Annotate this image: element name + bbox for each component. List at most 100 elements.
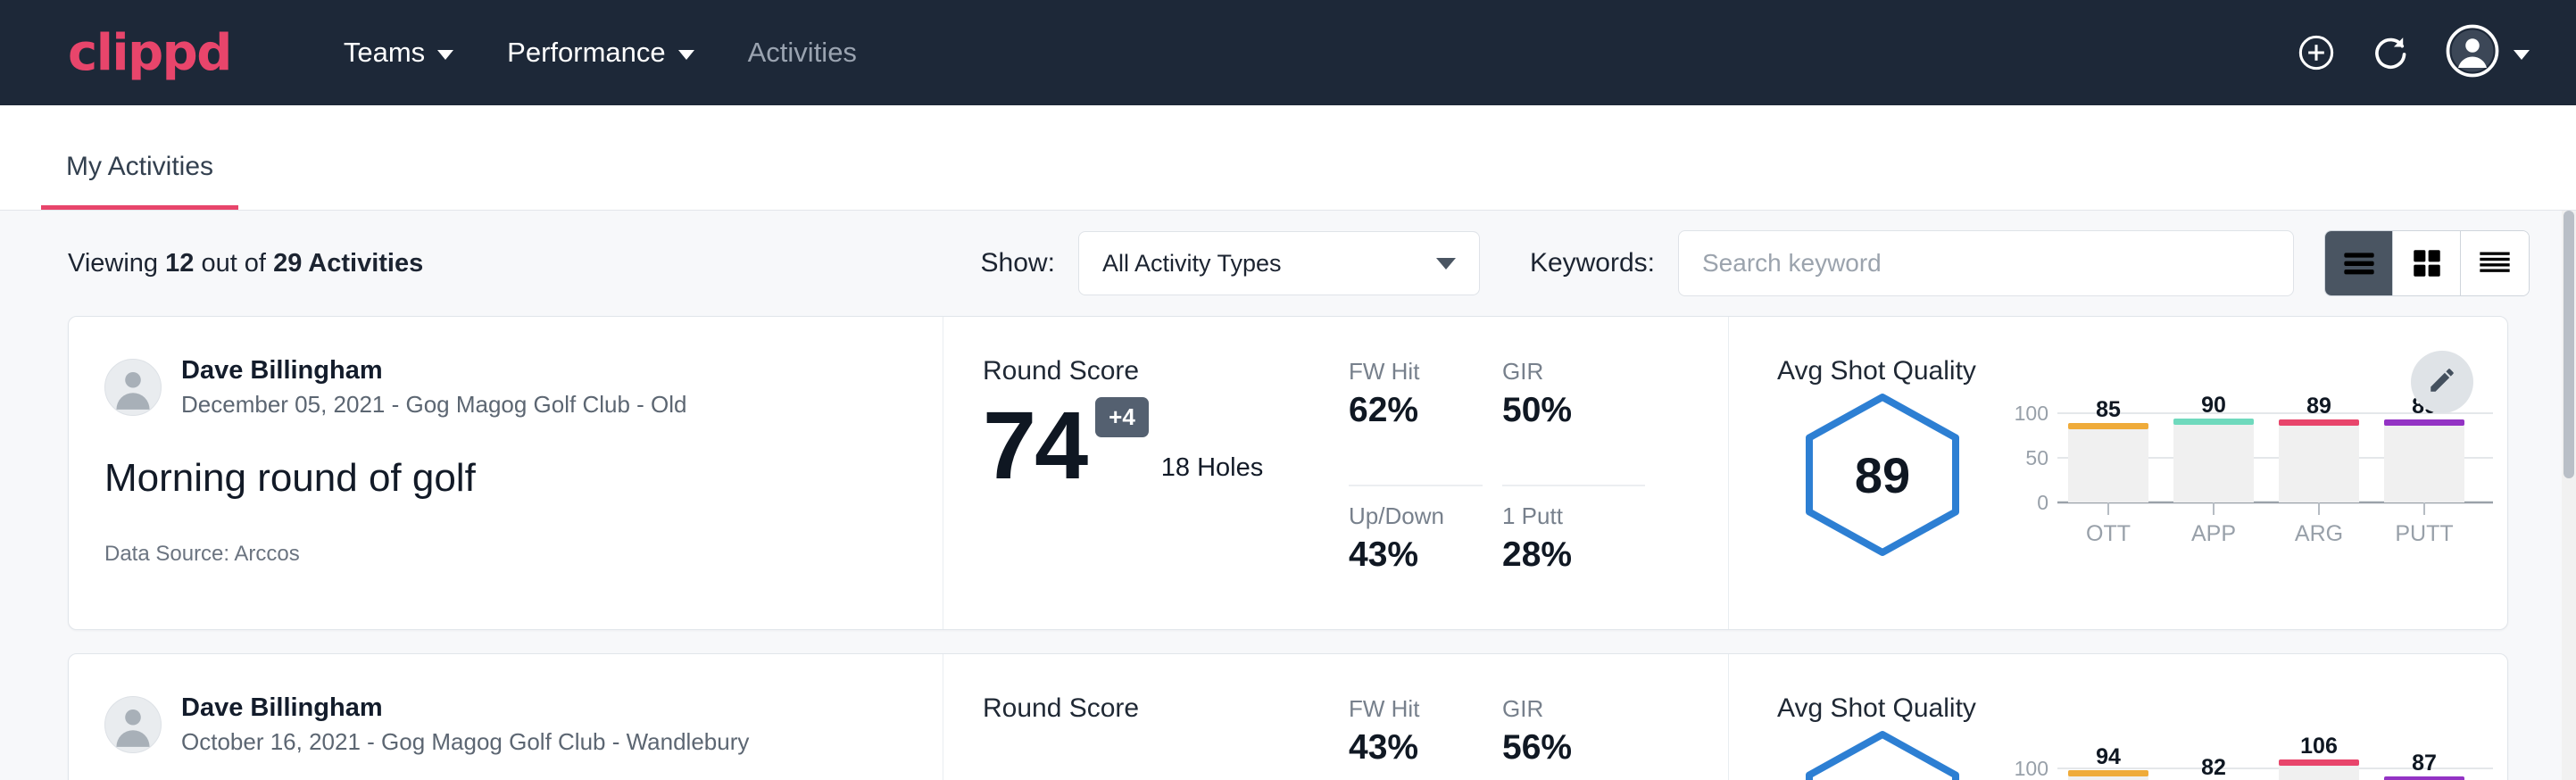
stat-value: 28%	[1502, 535, 1645, 575]
stat-value: 62%	[1349, 391, 1483, 430]
app-logo[interactable]: clippd	[68, 24, 231, 82]
shot-quality-bar-chart: 100 50 0 85 OTT	[2002, 395, 2502, 574]
view-mode-list-button[interactable]	[2325, 231, 2393, 295]
round-score-block: Round Score 74 +4 18 Holes	[983, 356, 1340, 629]
svg-text:OTT: OTT	[2086, 521, 2131, 546]
svg-text:100: 100	[2015, 402, 2048, 425]
round-score-label: Round Score	[983, 693, 1340, 724]
tab-bar: My Activities	[0, 105, 2576, 211]
activity-type-select-value: All Activity Types	[1102, 250, 1282, 278]
round-stats-grid: FW Hit 43% GIR 56%	[1349, 695, 1645, 780]
pencil-icon	[2427, 365, 2457, 400]
page-scrollbar[interactable]	[2562, 211, 2576, 780]
refresh-icon[interactable]	[2371, 32, 2412, 73]
chevron-down-icon	[2514, 50, 2530, 60]
svg-text:90: 90	[2201, 395, 2226, 418]
nav-item-label: Activities	[748, 37, 857, 69]
chevron-down-icon	[678, 50, 694, 60]
shot-quality-chart: 100 50 0 85 OTT	[2002, 395, 2502, 578]
avg-shot-quality-body: 89 100 50 0	[1777, 390, 2507, 578]
activity-meta: December 05, 2021 - Gog Magog Golf Club …	[181, 391, 687, 419]
bar-ott: 94	[2068, 744, 2148, 780]
stat-label: Up/Down	[1349, 502, 1483, 530]
activity-author-text: Dave Billingham December 05, 2021 - Gog …	[181, 356, 687, 419]
svg-text:82: 82	[2201, 755, 2226, 780]
round-score-badge: +4	[1095, 397, 1149, 437]
activity-author: Dave Billingham December 05, 2021 - Gog …	[104, 356, 907, 419]
quality-score-value: 89	[1793, 390, 1972, 560]
round-score-label: Round Score	[983, 356, 1340, 386]
stat-value: 43%	[1349, 728, 1483, 768]
view-mode-compact-button[interactable]	[2461, 231, 2529, 295]
round-score-value: 74	[983, 397, 1086, 494]
svg-text:PUTT: PUTT	[2395, 521, 2453, 546]
svg-text:89: 89	[2306, 395, 2331, 419]
activity-score-column: Round Score FW Hit 43% GIR 56%	[943, 654, 1729, 780]
view-mode-grid-button[interactable]	[2393, 231, 2461, 295]
svg-text:50: 50	[2025, 446, 2048, 469]
avg-shot-quality-label: Avg Shot Quality	[1777, 693, 2507, 724]
activity-type-select[interactable]: All Activity Types	[1078, 231, 1480, 295]
quality-score-value	[1793, 727, 1972, 780]
stat-value: 43%	[1349, 535, 1483, 575]
top-navigation-bar: clippd Teams Performance Activities	[0, 0, 2576, 105]
svg-text:94: 94	[2096, 744, 2121, 769]
activity-profile-column: Dave Billingham October 16, 2021 - Gog M…	[69, 654, 943, 780]
activity-score-column: Round Score 74 +4 18 Holes FW Hit 62% GI…	[943, 317, 1729, 629]
account-avatar-icon	[2446, 24, 2499, 82]
activity-data-source: Data Source: Arccos	[104, 542, 907, 567]
stat-value: 56%	[1502, 728, 1645, 768]
round-score-block: Round Score	[983, 693, 1340, 780]
stat-fw-hit: FW Hit 43%	[1349, 695, 1483, 780]
svg-text:100: 100	[2015, 757, 2048, 780]
viewing-prefix: Viewing	[68, 249, 158, 278]
search-input[interactable]	[1678, 230, 2294, 296]
bar-app: 90 APP	[2173, 395, 2254, 546]
activity-author-text: Dave Billingham October 16, 2021 - Gog M…	[181, 693, 749, 756]
activity-author-name: Dave Billingham	[181, 356, 687, 386]
viewing-middle: out of	[201, 249, 266, 278]
activity-list: Dave Billingham December 05, 2021 - Gog …	[0, 316, 2576, 780]
stat-label: 1 Putt	[1502, 502, 1645, 530]
activity-card[interactable]: Dave Billingham December 05, 2021 - Gog …	[68, 316, 2508, 630]
bar-putt: 89 PUTT	[2384, 395, 2464, 546]
svg-text:APP: APP	[2191, 521, 2236, 546]
viewing-count: 12	[165, 249, 194, 278]
stat-gir: GIR 50%	[1502, 358, 1645, 486]
nav-item-teams[interactable]: Teams	[317, 26, 480, 79]
bar-putt: 87	[2384, 751, 2464, 780]
avatar	[104, 696, 162, 753]
nav-item-performance[interactable]: Performance	[480, 26, 720, 79]
show-label: Show:	[981, 248, 1055, 278]
stat-fw-hit: FW Hit 62%	[1349, 358, 1483, 486]
activity-meta: October 16, 2021 - Gog Magog Golf Club -…	[181, 728, 749, 756]
account-menu[interactable]	[2446, 24, 2530, 82]
viewing-total: 29 Activities	[273, 249, 423, 278]
nav-item-label: Teams	[344, 37, 425, 69]
round-stats-grid: FW Hit 62% GIR 50% Up/Down 43% 1 Putt 28…	[1349, 358, 1645, 629]
stat-label: GIR	[1502, 695, 1645, 723]
view-mode-toggle-group	[2324, 230, 2530, 296]
add-circle-icon[interactable]	[2296, 32, 2337, 73]
quality-hexagon	[1793, 727, 1972, 780]
page-scrollbar-thumb[interactable]	[2564, 211, 2574, 478]
nav-actions	[2296, 24, 2530, 82]
activity-profile-column: Dave Billingham December 05, 2021 - Gog …	[69, 317, 943, 629]
stat-one-putt: 1 Putt 28%	[1502, 502, 1645, 629]
stat-up-down: Up/Down 43%	[1349, 502, 1483, 629]
nav-item-activities[interactable]: Activities	[721, 26, 884, 79]
activity-author: Dave Billingham October 16, 2021 - Gog M…	[104, 693, 907, 756]
activity-title: Morning round of golf	[104, 456, 907, 501]
activity-card[interactable]: Dave Billingham October 16, 2021 - Gog M…	[68, 653, 2508, 780]
round-score-row: 74 +4 18 Holes	[983, 397, 1340, 494]
shot-quality-bar-chart: 100 50 0 94 82	[2002, 733, 2502, 780]
edit-activity-button[interactable]	[2411, 351, 2473, 413]
bar-arg: 106	[2279, 734, 2359, 780]
bar-ott: 85 OTT	[2068, 397, 2148, 546]
stat-value: 50%	[1502, 391, 1645, 430]
tab-my-activities[interactable]: My Activities	[41, 152, 238, 210]
avg-shot-quality-label: Avg Shot Quality	[1777, 356, 2507, 386]
activity-author-name: Dave Billingham	[181, 693, 749, 723]
viewing-count-text: Viewing 12 out of 29 Activities	[68, 249, 423, 278]
toolbar-controls: Show: All Activity Types Keywords:	[981, 230, 2530, 296]
